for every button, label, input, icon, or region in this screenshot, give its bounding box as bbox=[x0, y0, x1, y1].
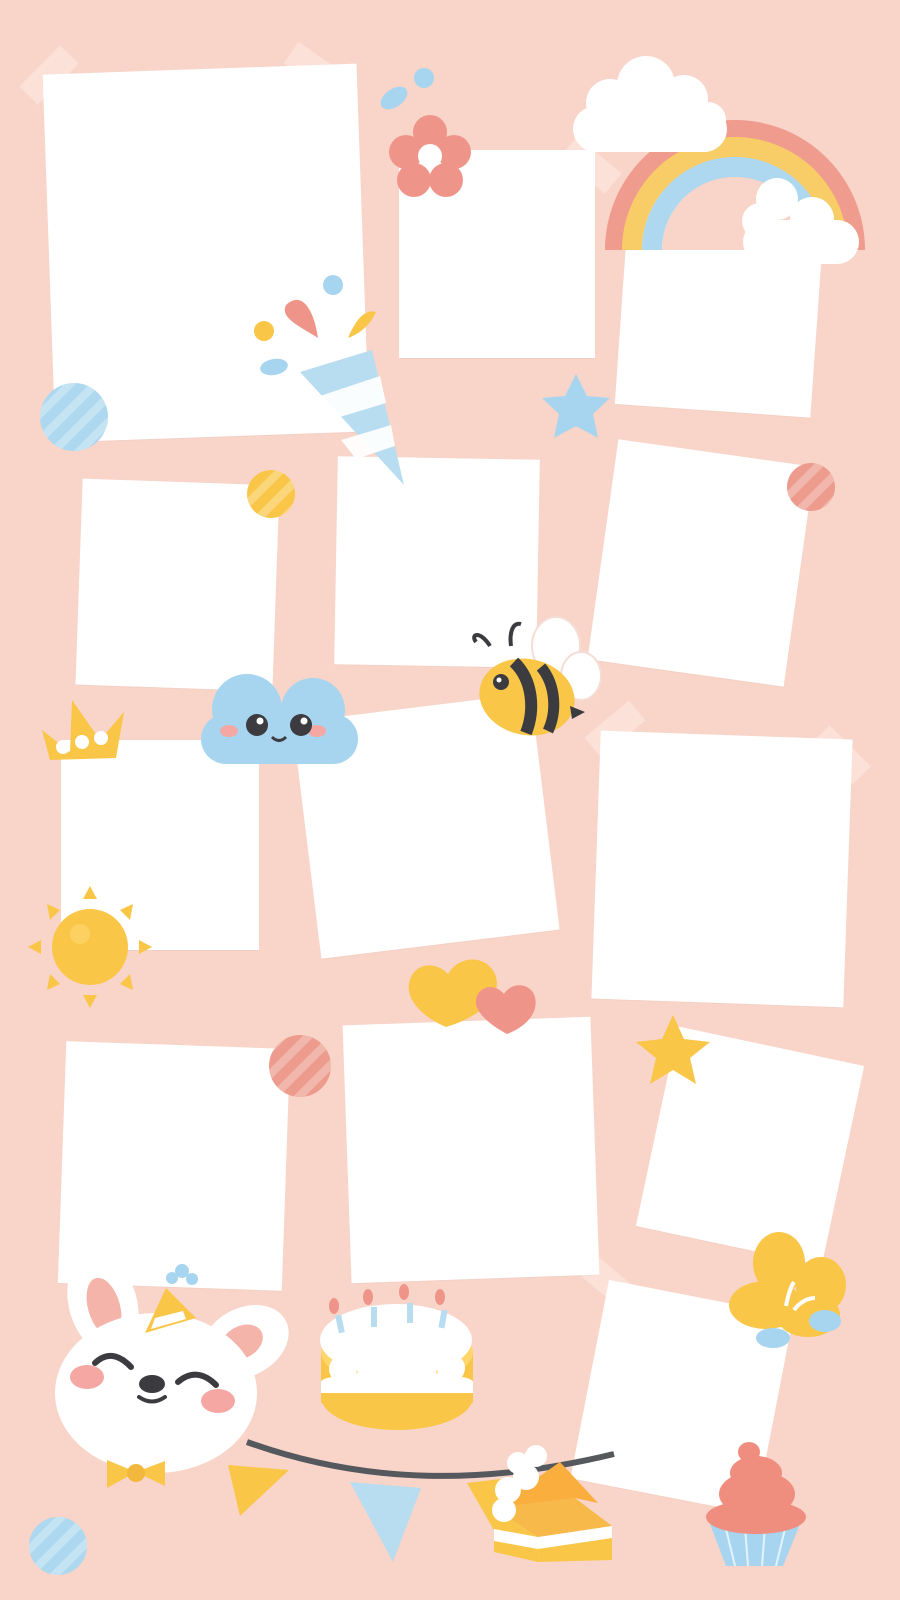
blue-ball-icon bbox=[40, 383, 108, 451]
blue-ball-icon bbox=[29, 1517, 87, 1575]
collage-canvas bbox=[0, 0, 900, 1600]
star-icon bbox=[542, 374, 610, 438]
cloud-face-icon bbox=[201, 674, 358, 764]
photo-frame[interactable] bbox=[342, 1016, 600, 1284]
photo-frame[interactable] bbox=[591, 730, 853, 1008]
birthday-cake-icon bbox=[320, 1284, 473, 1430]
photo-frame[interactable] bbox=[587, 439, 815, 687]
yellow-ball-icon bbox=[247, 470, 295, 518]
rainbow-cloud-icon bbox=[573, 56, 865, 264]
coral-ball-icon bbox=[787, 463, 835, 511]
flower-icon bbox=[380, 68, 471, 197]
coral-ball-icon bbox=[269, 1035, 331, 1097]
crown-icon bbox=[42, 700, 124, 760]
